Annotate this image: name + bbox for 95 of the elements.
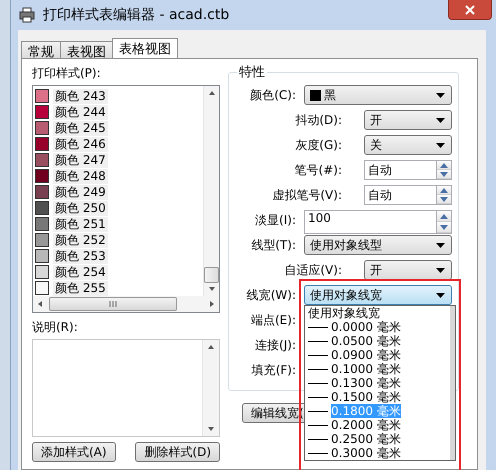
caret-icon bbox=[436, 142, 445, 148]
dropdown[interactable]: 使用对象线宽 bbox=[304, 285, 452, 305]
list-item[interactable]: 颜色 255 bbox=[53, 280, 108, 296]
field-label: 连接(J): bbox=[255, 336, 296, 354]
scroll-thumb[interactable] bbox=[204, 267, 219, 283]
dropdown[interactable]: 关 bbox=[364, 135, 452, 155]
caret-icon bbox=[436, 242, 445, 248]
spin-down-button[interactable] bbox=[437, 195, 451, 204]
list-label: 打印样式(P): bbox=[32, 65, 102, 82]
spinner-field[interactable]: 自动 bbox=[364, 185, 436, 205]
style-button[interactable]: 添加样式(A) bbox=[32, 442, 116, 462]
up-arrow-icon bbox=[440, 188, 448, 192]
field-label: 灰度(G): bbox=[295, 136, 342, 154]
close-button[interactable] bbox=[448, 0, 492, 20]
dropdown[interactable]: 黑 bbox=[304, 85, 452, 105]
dropdown[interactable]: 开 bbox=[364, 260, 452, 280]
field-label: 线宽(W): bbox=[246, 286, 296, 304]
list-item[interactable]: 颜色 253 bbox=[53, 248, 108, 264]
caret-icon bbox=[436, 92, 445, 98]
dropdown-option[interactable]: 0.0900 毫米 bbox=[331, 348, 401, 362]
caret-icon bbox=[436, 118, 445, 122]
list-item[interactable]: 颜色 244 bbox=[53, 104, 108, 120]
description-field[interactable] bbox=[32, 339, 220, 437]
dropdown[interactable]: 使用对象线型 bbox=[304, 235, 452, 255]
dropdown-option[interactable]: 0.0500 毫米 bbox=[331, 334, 401, 348]
list-item[interactable]: 颜色 252 bbox=[53, 232, 108, 248]
up-arrow-icon bbox=[440, 162, 448, 168]
line-sample bbox=[308, 340, 328, 342]
list-item[interactable]: 颜色 254 bbox=[53, 264, 108, 280]
line-sample bbox=[308, 410, 328, 412]
line-sample bbox=[308, 354, 328, 356]
line-sample bbox=[308, 382, 328, 384]
caret-icon bbox=[436, 268, 445, 272]
dropdown-option[interactable]: 0.2500 毫米 bbox=[331, 432, 401, 446]
field-label: 自适应(V): bbox=[284, 262, 342, 278]
spin-down-button[interactable] bbox=[437, 170, 451, 179]
dropdown-option[interactable]: 0.1000 毫米 bbox=[331, 362, 401, 376]
spin-down-button[interactable] bbox=[437, 222, 451, 233]
down-arrow-icon bbox=[440, 172, 448, 176]
scroll-down-icon[interactable] bbox=[207, 426, 215, 432]
line-sample bbox=[308, 396, 328, 398]
field-label: 填充(F): bbox=[252, 362, 296, 378]
list-item[interactable]: 颜色 247 bbox=[53, 152, 108, 168]
scroll-down-icon[interactable] bbox=[208, 286, 216, 292]
horizontal-scrollbar[interactable] bbox=[33, 296, 219, 312]
list-item[interactable]: 颜色 245 bbox=[53, 120, 108, 136]
field-label: 颜色(C): bbox=[250, 86, 296, 104]
list-item[interactable]: 颜色 250 bbox=[53, 200, 108, 216]
line-sample bbox=[308, 452, 328, 454]
window-title: 打印样式表编辑器 - acad.ctb bbox=[43, 6, 230, 24]
spinner-field[interactable]: 自动 bbox=[364, 160, 436, 180]
scroll-right-icon[interactable] bbox=[209, 300, 215, 308]
tab[interactable]: 表格视图 bbox=[112, 38, 178, 58]
caret-icon bbox=[436, 292, 445, 298]
line-sample bbox=[308, 368, 328, 370]
list-item[interactable]: 颜色 249 bbox=[53, 184, 108, 200]
scroll-left-icon[interactable] bbox=[37, 300, 43, 308]
scroll-up-icon[interactable] bbox=[207, 344, 215, 350]
list-item[interactable]: 颜色 251 bbox=[53, 216, 108, 232]
scroll-thumb[interactable] bbox=[49, 297, 177, 311]
vertical-scrollbar[interactable] bbox=[450, 306, 455, 460]
style-button[interactable]: 删除样式(D) bbox=[135, 442, 220, 462]
scroll-up-icon[interactable] bbox=[208, 90, 216, 96]
tab[interactable]: 表视图 bbox=[60, 41, 113, 58]
line-sample bbox=[308, 326, 328, 328]
up-arrow-icon bbox=[440, 214, 448, 218]
down-arrow-icon bbox=[440, 196, 448, 202]
list-item[interactable]: 颜色 243 bbox=[53, 88, 108, 104]
printer-icon bbox=[19, 7, 35, 23]
dropdown-option[interactable]: 0.0000 毫米 bbox=[331, 320, 401, 334]
spinner-field[interactable]: 100 bbox=[304, 210, 436, 234]
dropdown-option[interactable]: 0.1500 毫米 bbox=[331, 390, 401, 404]
list-item[interactable]: 颜色 246 bbox=[53, 136, 108, 152]
grip-icon bbox=[109, 301, 117, 307]
vertical-scrollbar[interactable] bbox=[202, 340, 219, 436]
vertical-scrollbar[interactable] bbox=[203, 86, 219, 296]
tab[interactable]: 常规 bbox=[21, 41, 61, 58]
field-label: 端点(E): bbox=[251, 312, 296, 328]
field-label: 笔号(#): bbox=[294, 162, 342, 178]
line-sample bbox=[308, 438, 328, 440]
description-label: 说明(R): bbox=[32, 319, 79, 336]
down-arrow-icon bbox=[440, 224, 448, 230]
group-title: 特性 bbox=[238, 64, 266, 81]
dropdown-option[interactable]: 0.3000 毫米 bbox=[331, 446, 401, 460]
field-label: 虚拟笔号(V): bbox=[272, 186, 342, 204]
dropdown-option[interactable]: 0.1300 毫米 bbox=[331, 376, 401, 390]
dropdown[interactable]: 开 bbox=[364, 110, 452, 130]
line-sample bbox=[308, 424, 328, 426]
close-icon bbox=[465, 4, 475, 14]
field-label: 淡显(I): bbox=[255, 212, 296, 228]
spin-up-button[interactable] bbox=[437, 211, 451, 222]
list-item[interactable]: 颜色 248 bbox=[53, 168, 108, 184]
field-label: 抖动(D): bbox=[295, 112, 342, 128]
dropdown-option[interactable]: 使用对象线宽 bbox=[308, 306, 380, 320]
field-label: 线型(T): bbox=[251, 236, 296, 254]
